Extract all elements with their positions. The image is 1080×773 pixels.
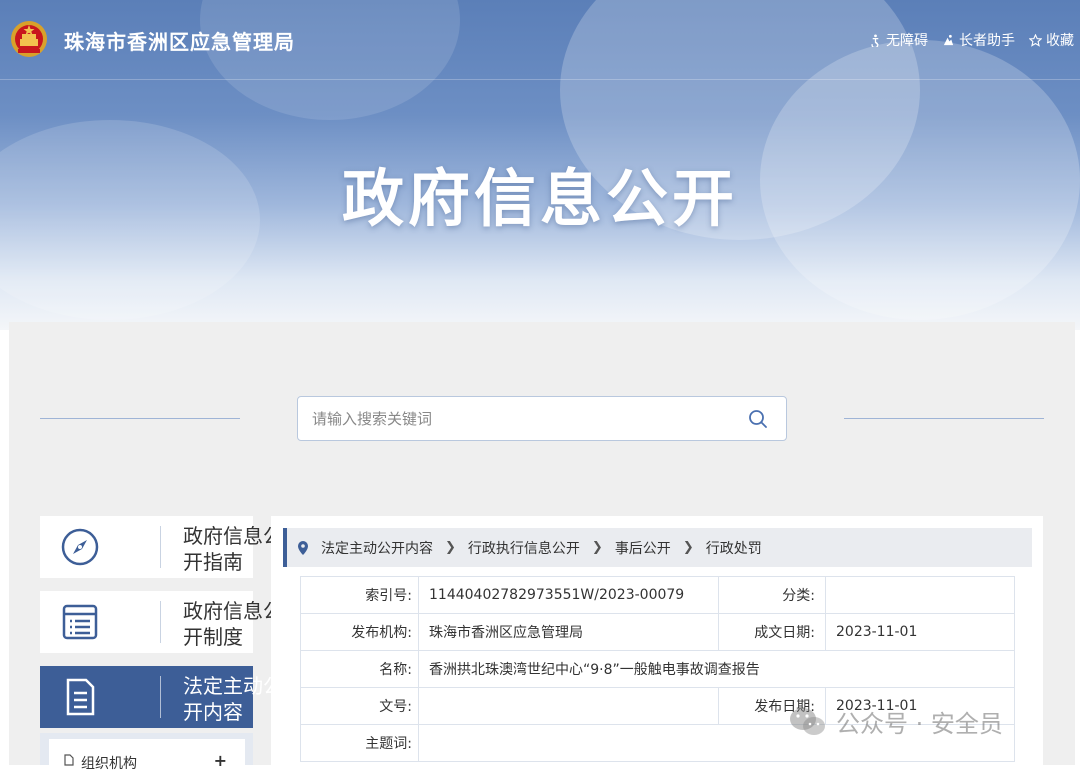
elder-assist-link[interactable]: 长者助手 xyxy=(942,30,1015,50)
sidebar-item-guide[interactable]: 政府信息公开指南 xyxy=(40,516,283,578)
breadcrumb: 法定主动公开内容 ❯ 行政执行信息公开 ❯ 事后公开 ❯ 行政处罚 xyxy=(283,528,1032,567)
chevron-right-icon: ❯ xyxy=(682,540,694,555)
keywords-label: 主题词: xyxy=(300,724,419,762)
site-title[interactable]: 珠海市香洲区应急管理局 xyxy=(64,26,295,55)
list-icon xyxy=(62,604,98,640)
search-box xyxy=(297,396,787,441)
sidebar-subitem-organization[interactable]: 组织机构 + xyxy=(49,739,245,772)
chevron-right-icon: ❯ xyxy=(445,540,456,555)
breadcrumb-item[interactable]: 行政执行信息公开 xyxy=(468,538,580,558)
nav-separator xyxy=(160,676,161,718)
star-icon xyxy=(1029,33,1042,47)
index-value: 11440402782973551W/2023-00079 xyxy=(418,576,719,614)
document-icon xyxy=(66,678,95,716)
elder-assist-icon xyxy=(943,34,954,45)
wechat-icon xyxy=(790,707,825,735)
table-row: 索引号: 11440402782973551W/2023-00079 分类: xyxy=(300,576,1015,614)
chevron-right-icon: ❯ xyxy=(591,540,603,555)
accessibility-label: 无障碍 xyxy=(886,33,928,49)
name-value: 香洲拱北珠澳湾世纪中心“9·8”一般触电事故调查报告 xyxy=(418,650,1015,688)
search-divider-right xyxy=(844,418,1044,419)
favorite-label: 收藏 xyxy=(1046,33,1074,49)
elder-assist-label: 长者助手 xyxy=(959,33,1015,49)
category-value xyxy=(825,576,1015,614)
sidebar-item-public-content[interactable]: 法定主动公开内容 xyxy=(40,666,283,728)
sidebar-item-label: 政府信息公开指南 xyxy=(183,524,283,574)
accessibility-icon xyxy=(871,33,879,47)
top-links: 无障碍 长者助手 收藏 xyxy=(869,30,1074,50)
breadcrumb-item[interactable]: 法定主动公开内容 xyxy=(321,538,433,558)
breadcrumb-item[interactable]: 事后公开 xyxy=(615,538,671,558)
compass-icon xyxy=(61,528,99,566)
expand-icon[interactable]: + xyxy=(214,751,227,770)
doc-number-label: 文号: xyxy=(300,687,419,725)
location-pin-icon xyxy=(298,540,308,555)
category-label: 分类: xyxy=(718,576,826,614)
national-emblem-icon xyxy=(11,21,47,57)
nav-separator xyxy=(160,526,161,568)
breadcrumb-item[interactable]: 行政处罚 xyxy=(706,538,762,558)
sidebar-item-label: 政府信息公开制度 xyxy=(183,599,283,649)
created-date-value: 2023-11-01 xyxy=(825,613,1015,651)
table-row: 名称: 香洲拱北珠澳湾世纪中心“9·8”一般触电事故调查报告 xyxy=(300,650,1015,688)
publisher-label: 发布机构: xyxy=(300,613,419,651)
sidebar-item-system[interactable]: 政府信息公开制度 xyxy=(40,591,283,653)
publisher-value: 珠海市香洲区应急管理局 xyxy=(418,613,719,651)
watermark: 公众号 · 安全员 xyxy=(788,704,1003,739)
sidebar-subnav: 组织机构 + xyxy=(40,733,253,772)
page-icon xyxy=(64,754,74,766)
search-input[interactable] xyxy=(312,407,732,431)
search-icon[interactable] xyxy=(748,409,768,429)
name-label: 名称: xyxy=(300,650,419,688)
accessibility-link[interactable]: 无障碍 xyxy=(869,30,928,50)
created-date-label: 成文日期: xyxy=(718,613,826,651)
hero-title: 政府信息公开 xyxy=(341,162,738,235)
watermark-text: 公众号 · 安全员 xyxy=(836,710,1003,738)
index-label: 索引号: xyxy=(300,576,419,614)
favorite-link[interactable]: 收藏 xyxy=(1029,30,1074,50)
sidebar-item-label: 法定主动公开内容 xyxy=(183,674,283,724)
doc-number-value xyxy=(418,687,719,725)
top-bar: 珠海市香洲区应急管理局 无障碍 长者助手 收藏 xyxy=(0,0,1080,80)
table-row: 发布机构: 珠海市香洲区应急管理局 成文日期: 2023-11-01 xyxy=(300,613,1015,651)
header-banner: 珠海市香洲区应急管理局 无障碍 长者助手 收藏 政府信息公开 xyxy=(0,0,1080,330)
search-divider-left xyxy=(40,418,240,419)
sidebar-subitem-label: 组织机构 xyxy=(81,756,137,772)
nav-separator xyxy=(160,601,161,643)
